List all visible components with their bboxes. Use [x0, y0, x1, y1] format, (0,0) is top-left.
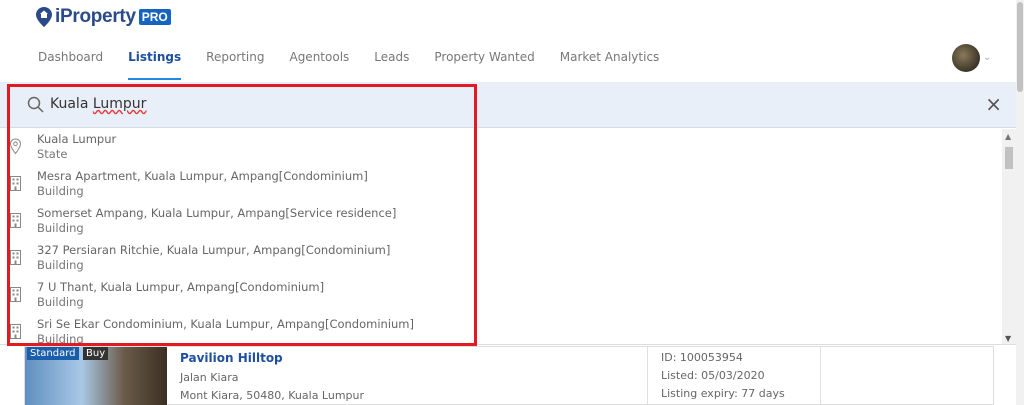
user-avatar[interactable]	[952, 44, 980, 72]
suggestion-item[interactable]: Sri Se Ekar Condominium, Kuala Lumpur, A…	[0, 314, 1016, 345]
location-pin-icon	[9, 138, 22, 155]
nav-leads[interactable]: Leads	[374, 50, 409, 80]
listing-title[interactable]: Pavilion Hilltop	[180, 351, 283, 365]
suggestion-type: State	[37, 147, 68, 161]
building-icon	[10, 287, 21, 302]
suggestion-name: Somerset Ampang, Kuala Lumpur, Ampang[Se…	[37, 206, 397, 220]
scrollbar-thumb[interactable]	[1005, 147, 1013, 169]
suggestion-name: Mesra Apartment, Kuala Lumpur, Ampang[Co…	[37, 169, 368, 183]
nav-reporting[interactable]: Reporting	[206, 50, 264, 80]
suggestions-dropdown: Kuala Lumpur State Mesra Apartment, Kual…	[0, 129, 1016, 345]
page-scrollbar[interactable]	[1016, 0, 1024, 405]
dropdown-scrollbar[interactable]: ▲ ▼	[1002, 129, 1016, 344]
listing-id: ID: 100053954	[661, 351, 743, 364]
listing-address-line2: Mont Kiara, 50480, Kuala Lumpur	[180, 389, 365, 402]
suggestion-type: Building	[37, 258, 84, 272]
suggestion-name: Sri Se Ekar Condominium, Kuala Lumpur, A…	[37, 317, 415, 331]
scroll-up-arrow-icon[interactable]: ▲	[1005, 132, 1011, 141]
building-icon	[10, 324, 21, 339]
nav-property-wanted[interactable]: Property Wanted	[434, 50, 534, 80]
nav-dashboard[interactable]: Dashboard	[38, 50, 103, 80]
search-input[interactable]	[50, 94, 650, 116]
suggestion-name: Kuala Lumpur	[37, 132, 117, 146]
suggestion-item[interactable]: 7 U Thant, Kuala Lumpur, Ampang[Condomin…	[0, 277, 1016, 314]
divider	[647, 347, 648, 405]
suggestion-item[interactable]: Kuala Lumpur State	[0, 129, 1016, 166]
suggestion-item[interactable]: 327 Persiaran Ritchie, Kuala Lumpur, Amp…	[0, 240, 1016, 277]
main-nav: Dashboard Listings Reporting Agentools L…	[38, 50, 684, 80]
search-bar: Kuala Lumpur ×	[0, 82, 1016, 128]
suggestion-type: Building	[37, 295, 84, 309]
logo-text: iProperty	[55, 6, 136, 27]
nav-listings[interactable]: Listings	[128, 50, 182, 80]
suggestion-item[interactable]: Somerset Ampang, Kuala Lumpur, Ampang[Se…	[0, 203, 1016, 240]
listing-thumbnail[interactable]: Standard Buy	[25, 347, 167, 405]
chevron-down-icon[interactable]: ⌄	[983, 52, 991, 63]
suggestion-name: 327 Persiaran Ritchie, Kuala Lumpur, Amp…	[37, 243, 391, 257]
scroll-down-arrow-icon[interactable]: ▼	[1005, 334, 1011, 343]
standard-badge: Standard	[27, 347, 79, 360]
suggestion-name: 7 U Thant, Kuala Lumpur, Ampang[Condomin…	[37, 280, 325, 294]
suggestion-type: Building	[37, 184, 84, 198]
building-icon	[10, 176, 21, 191]
iproperty-logo[interactable]: iProperty PRO	[36, 6, 171, 28]
search-icon	[27, 96, 44, 113]
suggestion-type: Building	[37, 332, 84, 345]
suggestion-type: Building	[37, 221, 84, 235]
logo-pro-badge: PRO	[138, 9, 171, 25]
suggestion-item[interactable]: Mesra Apartment, Kuala Lumpur, Ampang[Co…	[0, 166, 1016, 203]
listing-address-line1: Jalan Kiara	[180, 371, 239, 384]
buy-badge: Buy	[83, 347, 109, 360]
listing-card[interactable]: Standard Buy Pavilion Hilltop Jalan Kiar…	[24, 346, 994, 405]
nav-agentools[interactable]: Agentools	[289, 50, 349, 80]
building-icon	[10, 250, 21, 265]
building-icon	[10, 213, 21, 228]
listing-listed-date: Listed: 05/03/2020	[661, 369, 765, 382]
location-pin-logo-icon	[36, 7, 52, 27]
page-scrollbar-thumb[interactable]	[1017, 2, 1023, 92]
divider	[820, 347, 821, 405]
listing-expiry: Listing expiry: 77 days	[661, 387, 785, 400]
close-icon[interactable]: ×	[985, 94, 1002, 114]
nav-market-analytics[interactable]: Market Analytics	[560, 50, 660, 80]
